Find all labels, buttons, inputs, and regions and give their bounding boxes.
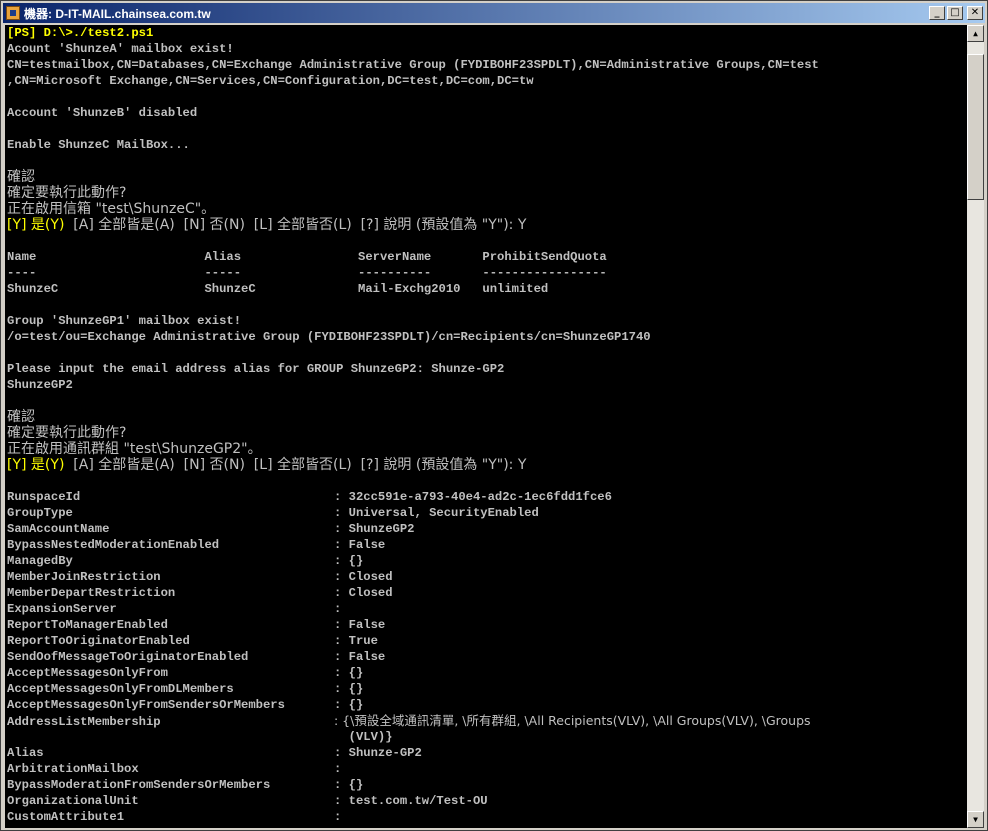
property-row: AddressListMembership : {\預設全域通訊清單, \所有群組… (7, 713, 811, 729)
property-key: BypassModerationFromSendersOrMembers (7, 778, 271, 792)
property-row: OrganizationalUnit : test.com.tw/Test-OU (7, 793, 488, 809)
property-value: : test.com.tw/Test-OU (334, 794, 488, 808)
property-value: : ShunzeGP2 (334, 522, 415, 536)
output-line: CN=testmailbox,CN=Databases,CN=Exchange … (7, 58, 819, 72)
console-output[interactable]: [PS] D:\>./test2.ps1 Acount 'ShunzeA' ma… (5, 25, 967, 828)
property-key: AcceptMessagesOnlyFrom (7, 666, 168, 680)
property-row: BypassModerationFromSendersOrMembers : {} (7, 777, 363, 793)
property-value: : (334, 762, 342, 776)
property-key: ReportToOriginatorEnabled (7, 634, 190, 648)
maximize-button[interactable]: □ (947, 6, 963, 20)
property-value: : False (334, 650, 386, 664)
property-key: AddressListMembership (7, 715, 161, 729)
property-value: : 32cc591e-a793-40e4-ad2c-1ec6fdd1fce6 (334, 490, 612, 504)
confirm-other-options: [A] 全部皆是(A) [N] 否(N) [L] 全部皆否(L) [?] 說明 … (64, 457, 527, 473)
property-value: : {} (334, 778, 364, 792)
property-row: (VLV)} (7, 729, 393, 745)
property-row: Alias : Shunze-GP2 (7, 745, 422, 761)
property-value: : {\預設全域通訊清單, \所有群組, \All Recipients(VLV… (334, 713, 811, 728)
confirm-yes-option: [Y] 是(Y) (7, 457, 65, 473)
prompt-line: [PS] D:\>./test2.ps1 (7, 26, 154, 40)
output-line: Enable ShunzeC MailBox... (7, 138, 190, 152)
property-value: : Universal, SecurityEnabled (334, 506, 539, 520)
property-key: Alias (7, 746, 44, 760)
property-key: BypassNestedModerationEnabled (7, 538, 220, 552)
property-row: AcceptMessagesOnlyFrom : {} (7, 665, 363, 681)
property-key: AcceptMessagesOnlyFromSendersOrMembers (7, 698, 285, 712)
output-line: Please input the email address alias for… (7, 362, 505, 376)
property-row: MemberDepartRestriction : Closed (7, 585, 393, 601)
property-key: SendOofMessageToOriginatorEnabled (7, 650, 249, 664)
property-row: MemberJoinRestriction : Closed (7, 569, 393, 585)
property-key: SamAccountName (7, 522, 110, 536)
console-window: 機器: D-IT-MAIL.chainsea.com.tw _ □ ✕ [PS]… (0, 0, 988, 831)
property-key: OrganizationalUnit (7, 794, 139, 808)
confirm-choices: [Y] 是(Y) [A] 全部皆是(A) [N] 否(N) [L] 全部皆否(L… (7, 457, 526, 473)
property-row: SendOofMessageToOriginatorEnabled : False (7, 649, 385, 665)
property-key: ExpansionServer (7, 602, 117, 616)
property-key: ManagedBy (7, 554, 73, 568)
scroll-thumb[interactable] (967, 54, 984, 200)
output-line: ShunzeGP2 (7, 378, 73, 392)
property-row: GroupType : Universal, SecurityEnabled (7, 505, 539, 521)
property-value: : {} (334, 666, 364, 680)
confirm-other-options: [A] 全部皆是(A) [N] 否(N) [L] 全部皆否(L) [?] 說明 … (64, 217, 527, 233)
table-separator: ---- ----- ---------- ----------------- (7, 266, 607, 280)
property-key: ReportToManagerEnabled (7, 618, 168, 632)
property-row: BypassNestedModerationEnabled : False (7, 537, 385, 553)
property-row: AcceptMessagesOnlyFromDLMembers : {} (7, 681, 363, 697)
table-row: ShunzeC ShunzeC Mail-Exchg2010 unlimited (7, 282, 549, 296)
scroll-down-arrow-icon[interactable]: ▼ (967, 811, 984, 828)
property-row: CustomAttribute1: (7, 809, 341, 825)
confirm-action: 正在啟用信箱 "test\ShunzeC"。 (7, 201, 216, 217)
property-row: ExpansionServer: (7, 601, 341, 617)
title-bar[interactable]: 機器: D-IT-MAIL.chainsea.com.tw _ □ ✕ (3, 3, 985, 23)
property-key: MemberJoinRestriction (7, 570, 161, 584)
minimize-button[interactable]: _ (929, 6, 945, 20)
vertical-scrollbar[interactable]: ▲ ▼ (967, 25, 984, 828)
scroll-up-arrow-icon[interactable]: ▲ (967, 25, 984, 42)
property-value: : {} (334, 698, 364, 712)
property-row: ArbitrationMailbox: (7, 761, 341, 777)
property-value: : (334, 602, 342, 616)
property-row: SamAccountName : ShunzeGP2 (7, 521, 414, 537)
property-value: (VLV)} (334, 730, 393, 744)
app-icon[interactable] (6, 6, 20, 20)
property-row: RunspaceId : 32cc591e-a793-40e4-ad2c-1ec6… (7, 489, 612, 505)
confirm-yes-option: [Y] 是(Y) (7, 217, 65, 233)
property-row: ReportToManagerEnabled : False (7, 617, 385, 633)
property-value: : Shunze-GP2 (334, 746, 422, 760)
property-key: GroupType (7, 506, 73, 520)
property-value: : True (334, 634, 378, 648)
output-line: Account 'ShunzeB' disabled (7, 106, 198, 120)
property-value: : {} (334, 554, 364, 568)
property-value: : Closed (334, 570, 393, 584)
property-value: : False (334, 618, 386, 632)
property-row: ReportToOriginatorEnabled : True (7, 633, 378, 649)
property-key: CustomAttribute1 (7, 810, 125, 824)
property-key: RunspaceId (7, 490, 81, 504)
property-value: : False (334, 538, 386, 552)
output-line: /o=test/ou=Exchange Administrative Group… (7, 330, 651, 344)
output-line: ,CN=Microsoft Exchange,CN=Services,CN=Co… (7, 74, 534, 88)
close-button[interactable]: ✕ (967, 6, 983, 20)
property-value: : {} (334, 682, 364, 696)
output-line: Group 'ShunzeGP1' mailbox exist! (7, 314, 242, 328)
property-key: ArbitrationMailbox (7, 762, 139, 776)
window-title: 機器: D-IT-MAIL.chainsea.com.tw (24, 6, 211, 21)
property-value: : Closed (334, 586, 393, 600)
confirm-title: 確認 (7, 169, 35, 185)
property-key: MemberDepartRestriction (7, 586, 176, 600)
property-key: AcceptMessagesOnlyFromDLMembers (7, 682, 234, 696)
confirm-choices: [Y] 是(Y) [A] 全部皆是(A) [N] 否(N) [L] 全部皆否(L… (7, 217, 526, 233)
output-line: Acount 'ShunzeA' mailbox exist! (7, 42, 234, 56)
property-value: : (334, 810, 342, 824)
confirm-action: 正在啟用通訊群組 "test\ShunzeGP2"。 (7, 441, 262, 457)
table-header: Name Alias ServerName ProhibitSendQuota (7, 250, 607, 264)
confirm-title: 確認 (7, 409, 35, 425)
property-row: AcceptMessagesOnlyFromSendersOrMembers : … (7, 697, 363, 713)
confirm-question: 確定要執行此動作? (7, 185, 127, 201)
confirm-question: 確定要執行此動作? (7, 425, 127, 441)
property-row: ManagedBy : {} (7, 553, 363, 569)
